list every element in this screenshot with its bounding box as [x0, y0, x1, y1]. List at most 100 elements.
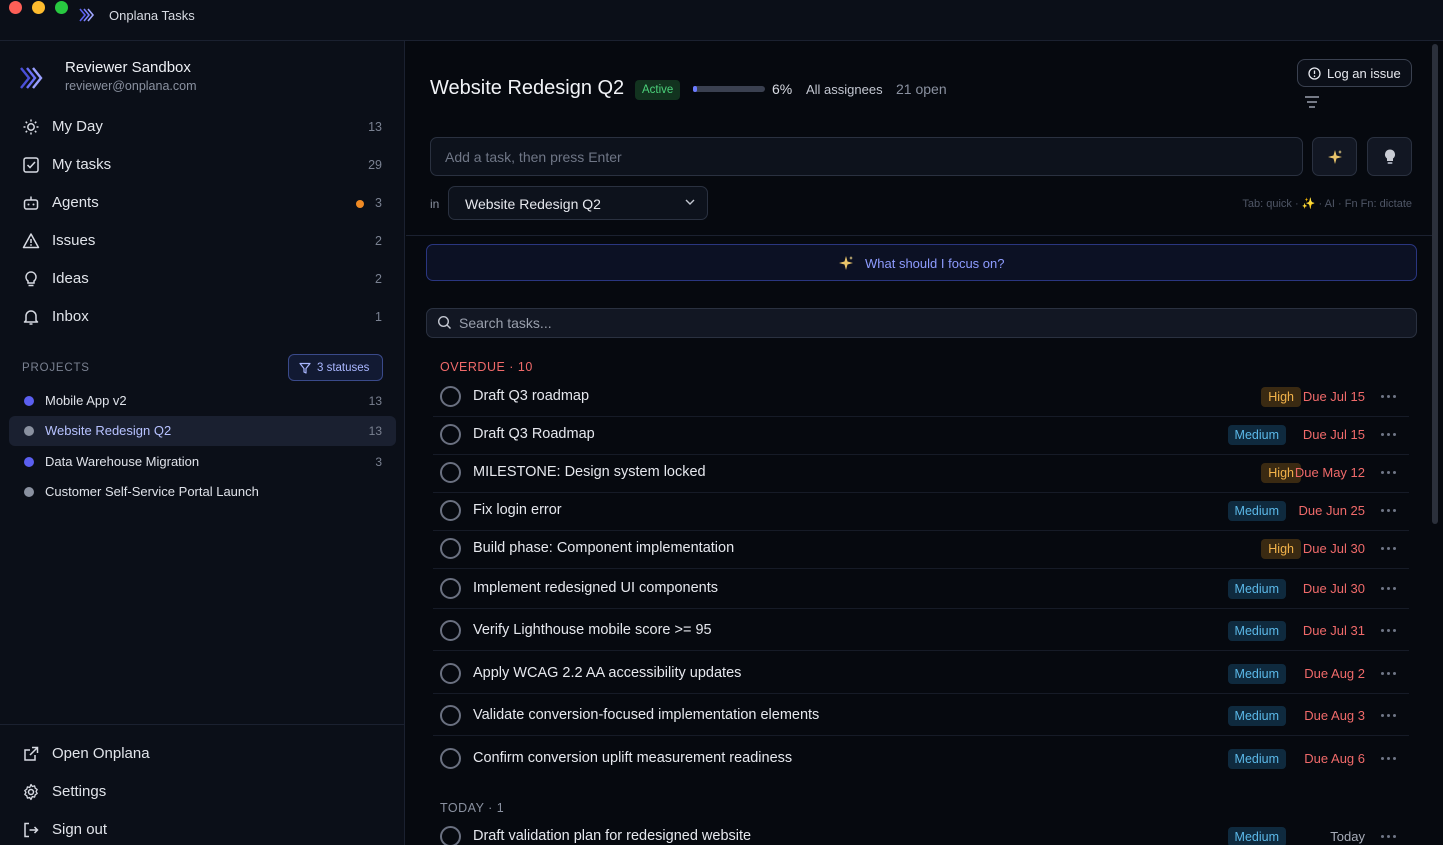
- close-window-button[interactable]: [9, 1, 22, 14]
- settings-link[interactable]: Settings: [10, 775, 396, 809]
- project-select[interactable]: Website Redesign Q2: [448, 186, 708, 220]
- task-title: Fix login error: [473, 502, 562, 518]
- window-title: Onplana Tasks: [109, 8, 195, 23]
- task-row[interactable]: Verify Lighthouse mobile score >= 95 Medi…: [433, 620, 1409, 642]
- project-item[interactable]: Mobile App v2 13: [9, 386, 396, 416]
- task-title: Confirm conversion uplift measurement re…: [473, 750, 793, 766]
- task-row[interactable]: Confirm conversion uplift measurement re…: [433, 748, 1409, 770]
- priority-badge: Medium: [1227, 664, 1286, 684]
- nav-issues[interactable]: Issues 2: [10, 224, 396, 258]
- project-item-selected[interactable]: Website Redesign Q2 13: [9, 416, 396, 446]
- log-issue-button[interactable]: Log an issue: [1297, 59, 1412, 87]
- more-options-icon[interactable]: [1381, 757, 1397, 761]
- sign-out-link[interactable]: Sign out: [10, 813, 396, 845]
- task-complete-checkbox[interactable]: [440, 705, 461, 726]
- sparkle-icon: [1328, 150, 1342, 164]
- scrollbar[interactable]: [1432, 44, 1438, 524]
- project-label: Website Redesign Q2: [45, 423, 172, 438]
- priority-badge: Medium: [1227, 827, 1286, 845]
- zoom-window-button[interactable]: [55, 1, 68, 14]
- nav-label: My tasks: [52, 156, 112, 173]
- task-row[interactable]: MILESTONE: Design system locked High Due M…: [433, 462, 1409, 484]
- open-count: 21 open: [896, 81, 947, 97]
- more-options-icon[interactable]: [1381, 629, 1397, 633]
- gear-icon: [24, 783, 38, 801]
- status-filter-button[interactable]: 3 statuses: [288, 354, 383, 381]
- nav-agents[interactable]: Agents 3: [10, 186, 396, 220]
- task-title: Draft Q3 Roadmap: [473, 426, 595, 442]
- robot-icon: [23, 196, 39, 210]
- task-row[interactable]: Draft Q3 Roadmap Medium Due Jul 15: [433, 424, 1409, 446]
- more-options-icon[interactable]: [1381, 509, 1397, 513]
- more-options-icon[interactable]: [1381, 395, 1397, 399]
- task-complete-checkbox[interactable]: [440, 462, 461, 483]
- account-email: reviewer@onplana.com: [65, 79, 197, 93]
- task-row[interactable]: Implement redesigned UI components Medium…: [433, 578, 1409, 600]
- task-row[interactable]: Draft validation plan for redesigned web…: [433, 826, 1409, 845]
- nav-ideas[interactable]: Ideas 2: [10, 262, 396, 296]
- due-date: Due Jul 15: [1302, 427, 1365, 442]
- more-options-icon[interactable]: [1381, 433, 1397, 437]
- task-title: Verify Lighthouse mobile score >= 95: [473, 622, 712, 638]
- more-options-icon[interactable]: [1381, 672, 1397, 676]
- checkbox-icon: [23, 157, 39, 173]
- search-icon: [437, 315, 451, 329]
- priority-badge: Medium: [1227, 706, 1286, 726]
- priority-badge: Medium: [1227, 501, 1286, 521]
- task-row[interactable]: Validate conversion-focused implementati…: [433, 705, 1409, 727]
- focus-suggestion-button[interactable]: What should I focus on?: [426, 244, 1417, 281]
- more-options-icon[interactable]: [1381, 714, 1397, 718]
- task-row[interactable]: Draft Q3 roadmap High Due Jul 15: [433, 386, 1409, 408]
- task-complete-checkbox[interactable]: [440, 748, 461, 769]
- sort-icon[interactable]: [1304, 95, 1320, 109]
- due-date: Due Jul 30: [1302, 581, 1365, 596]
- ai-sparkle-button[interactable]: [1312, 137, 1357, 176]
- open-onplana-link[interactable]: Open Onplana: [10, 737, 396, 771]
- due-date: Due Jul 31: [1302, 623, 1365, 638]
- task-title: Implement redesigned UI components: [473, 580, 719, 596]
- project-select-value: Website Redesign Q2: [465, 196, 601, 212]
- nav-label: Sign out: [52, 821, 108, 838]
- idea-button[interactable]: [1367, 137, 1412, 176]
- search-input[interactable]: [459, 313, 1359, 333]
- project-color-dot: [24, 487, 34, 497]
- add-task-input[interactable]: [430, 137, 1303, 176]
- more-options-icon[interactable]: [1381, 835, 1397, 839]
- more-options-icon[interactable]: [1381, 471, 1397, 475]
- nav-inbox[interactable]: Inbox 1: [10, 300, 396, 334]
- task-title: Draft Q3 roadmap: [473, 388, 590, 404]
- nav-my-day[interactable]: My Day 13: [10, 110, 396, 144]
- projects-heading: PROJECTS: [22, 362, 90, 374]
- project-item[interactable]: Customer Self-Service Portal Launch: [9, 477, 396, 507]
- lightbulb-icon: [25, 271, 37, 287]
- minimize-window-button[interactable]: [32, 1, 45, 14]
- project-label: Customer Self-Service Portal Launch: [45, 484, 259, 499]
- shortcut-hint: Tab: quick · ✨ · AI · Fn Fn: dictate: [1242, 198, 1412, 210]
- task-complete-checkbox[interactable]: [440, 620, 461, 641]
- priority-badge: High: [1261, 539, 1301, 559]
- more-options-icon[interactable]: [1381, 547, 1397, 551]
- due-date: Due Jun 25: [1298, 503, 1366, 518]
- assignees-filter[interactable]: All assignees: [806, 82, 883, 97]
- task-complete-checkbox[interactable]: [440, 578, 461, 599]
- more-options-icon[interactable]: [1381, 587, 1397, 591]
- row-divider: [433, 735, 1409, 736]
- nav-my-tasks[interactable]: My tasks 29: [10, 148, 396, 182]
- status-filter-label: 3 statuses: [317, 362, 370, 374]
- task-complete-checkbox[interactable]: [440, 538, 461, 559]
- task-complete-checkbox[interactable]: [440, 424, 461, 445]
- task-row[interactable]: Build phase: Component implementation Hig…: [433, 538, 1409, 560]
- task-row[interactable]: Apply WCAG 2.2 AA accessibility updates M…: [433, 663, 1409, 685]
- row-divider: [433, 454, 1409, 455]
- task-title: Validate conversion-focused implementati…: [473, 707, 820, 723]
- project-item[interactable]: Data Warehouse Migration 3: [9, 447, 396, 477]
- project-color-dot: [24, 457, 34, 467]
- due-date: Due May 12: [1294, 465, 1365, 480]
- task-complete-checkbox[interactable]: [440, 386, 461, 407]
- task-complete-checkbox[interactable]: [440, 500, 461, 521]
- nav-count: 3: [375, 196, 382, 210]
- task-complete-checkbox[interactable]: [440, 663, 461, 684]
- task-complete-checkbox[interactable]: [440, 826, 461, 845]
- task-row[interactable]: Fix login error Medium Due Jun 25: [433, 500, 1409, 522]
- sidebar: Reviewer Sandbox reviewer@onplana.com My…: [0, 41, 405, 845]
